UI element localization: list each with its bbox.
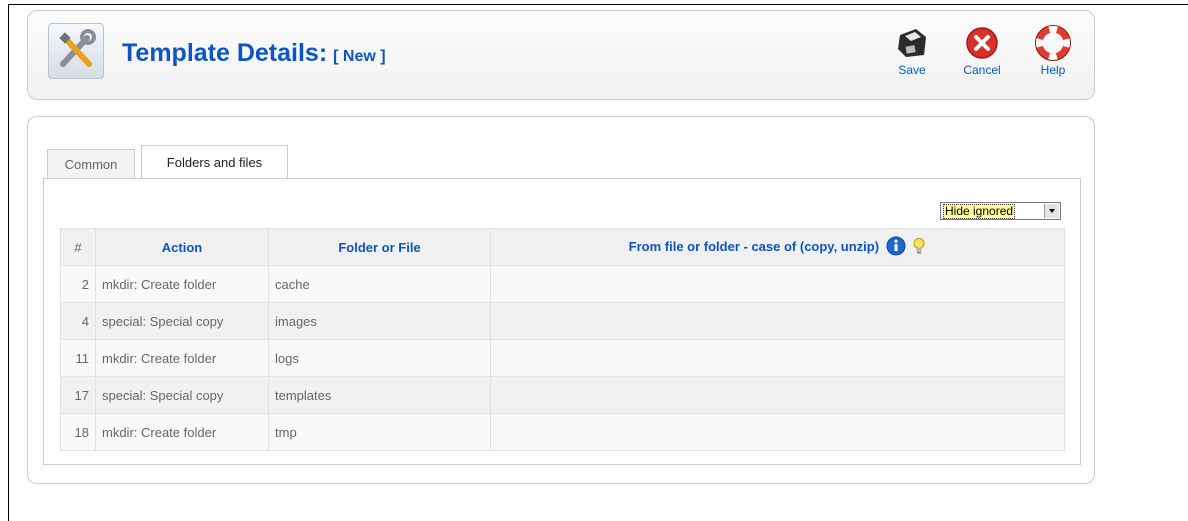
tab-common[interactable]: Common	[47, 149, 135, 180]
save-button[interactable]: Save	[885, 21, 939, 93]
ignored-filter-select[interactable]: Hide ignored	[940, 202, 1061, 220]
page-title-text: Template Details:	[122, 39, 328, 67]
row-action: mkdir: Create folder	[95, 339, 269, 377]
row-from	[490, 265, 1065, 303]
table-header-row: # Action Folder or File From file or fol…	[60, 228, 1065, 266]
window-frame-left	[8, 4, 9, 521]
column-header-number: #	[60, 228, 96, 266]
page-title: Template Details: [ New ]	[122, 39, 386, 68]
row-action: mkdir: Create folder	[95, 265, 269, 303]
row-action: special: Special copy	[95, 302, 269, 340]
save-icon	[894, 25, 930, 61]
column-header-folder-or-file[interactable]: Folder or File	[268, 228, 491, 266]
table-row: 2 mkdir: Create folder cache	[60, 265, 1065, 303]
table-row: 4 special: Special copy images	[60, 302, 1065, 340]
column-header-action[interactable]: Action	[95, 228, 269, 266]
lightbulb-icon[interactable]	[912, 237, 926, 258]
row-folder-or-file: images	[268, 302, 491, 340]
row-action: special: Special copy	[95, 376, 269, 414]
table-row: 17 special: Special copy templates	[60, 376, 1065, 414]
column-header-from-label: From file or folder - case of (copy, unz…	[628, 238, 880, 254]
chevron-down-icon[interactable]	[1044, 204, 1059, 218]
help-button[interactable]: Help	[1026, 21, 1080, 93]
cancel-label: Cancel	[963, 63, 1001, 77]
row-from	[490, 339, 1065, 377]
save-label: Save	[898, 63, 926, 77]
row-number: 4	[60, 302, 96, 340]
cancel-icon	[964, 25, 1000, 61]
row-folder-or-file: templates	[268, 376, 491, 414]
tools-icon	[48, 23, 104, 79]
row-action: mkdir: Create folder	[95, 413, 269, 451]
row-folder-or-file: tmp	[268, 413, 491, 451]
row-from	[490, 413, 1065, 451]
table-row: 11 mkdir: Create folder logs	[60, 339, 1065, 377]
row-number: 2	[60, 265, 96, 303]
toolbar-header: Template Details: [ New ] Save Cancel Hel…	[27, 10, 1095, 100]
row-number: 18	[60, 413, 96, 451]
row-from	[490, 376, 1065, 414]
column-header-from: From file or folder - case of (copy, unz…	[490, 228, 1065, 266]
table-row: 18 mkdir: Create folder tmp	[60, 413, 1065, 451]
tab-folders-and-files[interactable]: Folders and files	[141, 145, 288, 180]
cancel-button[interactable]: Cancel	[955, 21, 1009, 93]
row-from	[490, 302, 1065, 340]
row-folder-or-file: logs	[268, 339, 491, 377]
row-number: 11	[60, 339, 96, 377]
row-number: 17	[60, 376, 96, 414]
ignored-filter-value: Hide ignored	[943, 204, 1016, 219]
window-frame-top	[8, 4, 1188, 5]
help-icon	[1035, 25, 1071, 61]
files-table: # Action Folder or File From file or fol…	[60, 228, 1065, 451]
help-label: Help	[1040, 63, 1066, 77]
info-icon[interactable]	[886, 236, 906, 259]
page-subtitle: [ New ]	[333, 48, 386, 65]
row-folder-or-file: cache	[268, 265, 491, 303]
